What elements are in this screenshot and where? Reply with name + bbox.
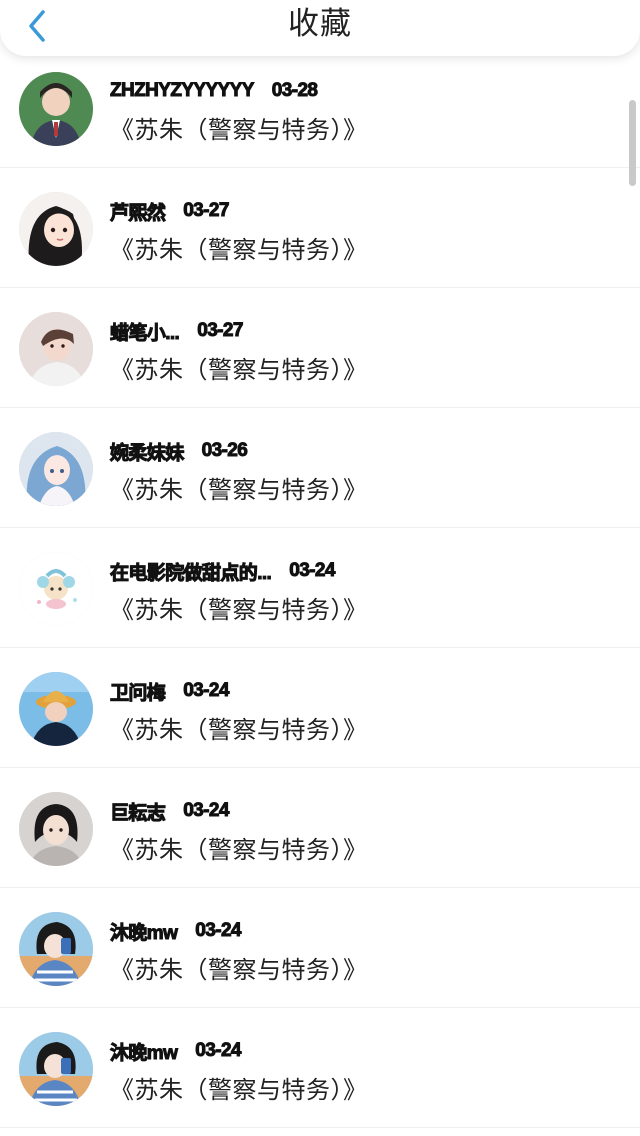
avatar-image: [19, 192, 93, 266]
book-title[interactable]: 《苏朱（警察与特务）》: [110, 590, 368, 625]
favorite-list-item[interactable]: 芦熙然 03-27 《苏朱（警察与特务）》: [0, 168, 640, 288]
item-date: 03-27: [197, 320, 244, 342]
favorite-list-item[interactable]: ZHZHYZYYYYYY 03-28 《苏朱（警察与特务）》: [0, 48, 640, 168]
item-meta: 婉柔妹妹 03-26: [110, 438, 249, 465]
favorite-list-item[interactable]: 巨耘志 03-24 《苏朱（警察与特务）》: [0, 768, 640, 888]
user-name[interactable]: 婉柔妹妹: [110, 438, 185, 465]
avatar-image: [19, 912, 93, 986]
user-avatar[interactable]: [19, 552, 93, 626]
top-bar: 收藏: [0, 0, 640, 56]
book-title[interactable]: 《苏朱（警察与特务）》: [110, 1070, 368, 1105]
item-meta: 巨耘志 03-24: [109, 798, 230, 825]
item-meta: 在电影院做甜点的... 03-24: [109, 558, 336, 585]
item-meta: 蜡笔小... 03-27: [109, 318, 244, 345]
user-avatar[interactable]: [19, 1032, 93, 1106]
favorite-list-item[interactable]: 卫问梅 03-24 《苏朱（警察与特务）》: [0, 648, 640, 768]
item-meta: 沐晚mw 03-24: [109, 918, 242, 945]
user-avatar[interactable]: [19, 912, 93, 986]
item-date: 03-27: [183, 200, 230, 222]
item-date: 03-28: [271, 80, 318, 102]
item-meta: 芦熙然 03-27: [109, 198, 230, 225]
item-date: 03-24: [195, 1040, 242, 1062]
item-date: 03-24: [195, 920, 242, 942]
user-name[interactable]: 蜡笔小...: [109, 318, 180, 345]
avatar-image: [19, 792, 93, 866]
favorite-list-item[interactable]: 婉柔妹妹 03-26 《苏朱（警察与特务）》: [0, 408, 640, 528]
user-avatar[interactable]: [19, 432, 93, 506]
book-title[interactable]: 《苏朱（警察与特务）》: [110, 950, 368, 985]
user-name[interactable]: ZHZHYZYYYYYY: [110, 80, 255, 102]
book-title[interactable]: 《苏朱（警察与特务）》: [110, 830, 368, 865]
avatar-image: [19, 72, 93, 146]
favorite-list-item[interactable]: 在电影院做甜点的... 03-24 《苏朱（警察与特务）》: [0, 528, 640, 648]
user-avatar[interactable]: [19, 672, 93, 746]
favorite-list-item[interactable]: 沐晚mw 03-24 《苏朱（警察与特务）》: [0, 888, 640, 1008]
page-title: 收藏: [288, 6, 352, 42]
user-name[interactable]: 巨耘志: [109, 798, 166, 825]
favorite-list-item[interactable]: 蜡笔小... 03-27 《苏朱（警察与特务）》: [0, 288, 640, 408]
scrollbar[interactable]: [629, 100, 636, 186]
book-title[interactable]: 《苏朱（警察与特务）》: [110, 350, 368, 385]
user-avatar[interactable]: [19, 72, 93, 146]
avatar-image: [19, 432, 93, 506]
user-avatar[interactable]: [19, 312, 93, 386]
book-title[interactable]: 《苏朱（警察与特务）》: [110, 470, 368, 505]
user-avatar[interactable]: [19, 192, 93, 266]
item-meta: ZHZHYZYYYYYY 03-28: [110, 78, 319, 104]
user-avatar[interactable]: [19, 792, 93, 866]
user-name[interactable]: 在电影院做甜点的...: [109, 558, 272, 585]
row-divider: [0, 1127, 640, 1128]
favorite-list-item[interactable]: 沐晚mw 03-24 《苏朱（警察与特务）》: [0, 1008, 640, 1128]
avatar-image: [19, 312, 93, 386]
user-name[interactable]: 卫问梅: [109, 678, 166, 705]
item-date: 03-26: [201, 440, 248, 462]
item-date: 03-24: [289, 560, 336, 582]
favorites-list[interactable]: ZHZHYZYYYYYY 03-28 《苏朱（警察与特务）》 芦熙然 03-27 《苏朱（…: [0, 48, 640, 1136]
favorites-screen: 收藏 ZHZHYZYYYYYY 03-28 《苏朱（警察与特务）》 芦熙然 03-27 《…: [0, 0, 640, 1136]
user-name[interactable]: 沐晚mw: [109, 918, 178, 945]
avatar-image: [19, 552, 93, 626]
book-title[interactable]: 《苏朱（警察与特务）》: [110, 710, 368, 745]
item-meta: 卫问梅 03-24: [109, 678, 230, 705]
item-date: 03-24: [183, 800, 230, 822]
user-name[interactable]: 芦熙然: [109, 198, 166, 225]
avatar-image: [19, 1032, 93, 1106]
item-date: 03-24: [183, 680, 230, 702]
avatar-image: [19, 672, 93, 746]
book-title[interactable]: 《苏朱（警察与特务）》: [110, 110, 368, 145]
item-meta: 沐晚mw 03-24: [109, 1038, 242, 1065]
book-title[interactable]: 《苏朱（警察与特务）》: [110, 230, 368, 265]
user-name[interactable]: 沐晚mw: [109, 1038, 178, 1065]
